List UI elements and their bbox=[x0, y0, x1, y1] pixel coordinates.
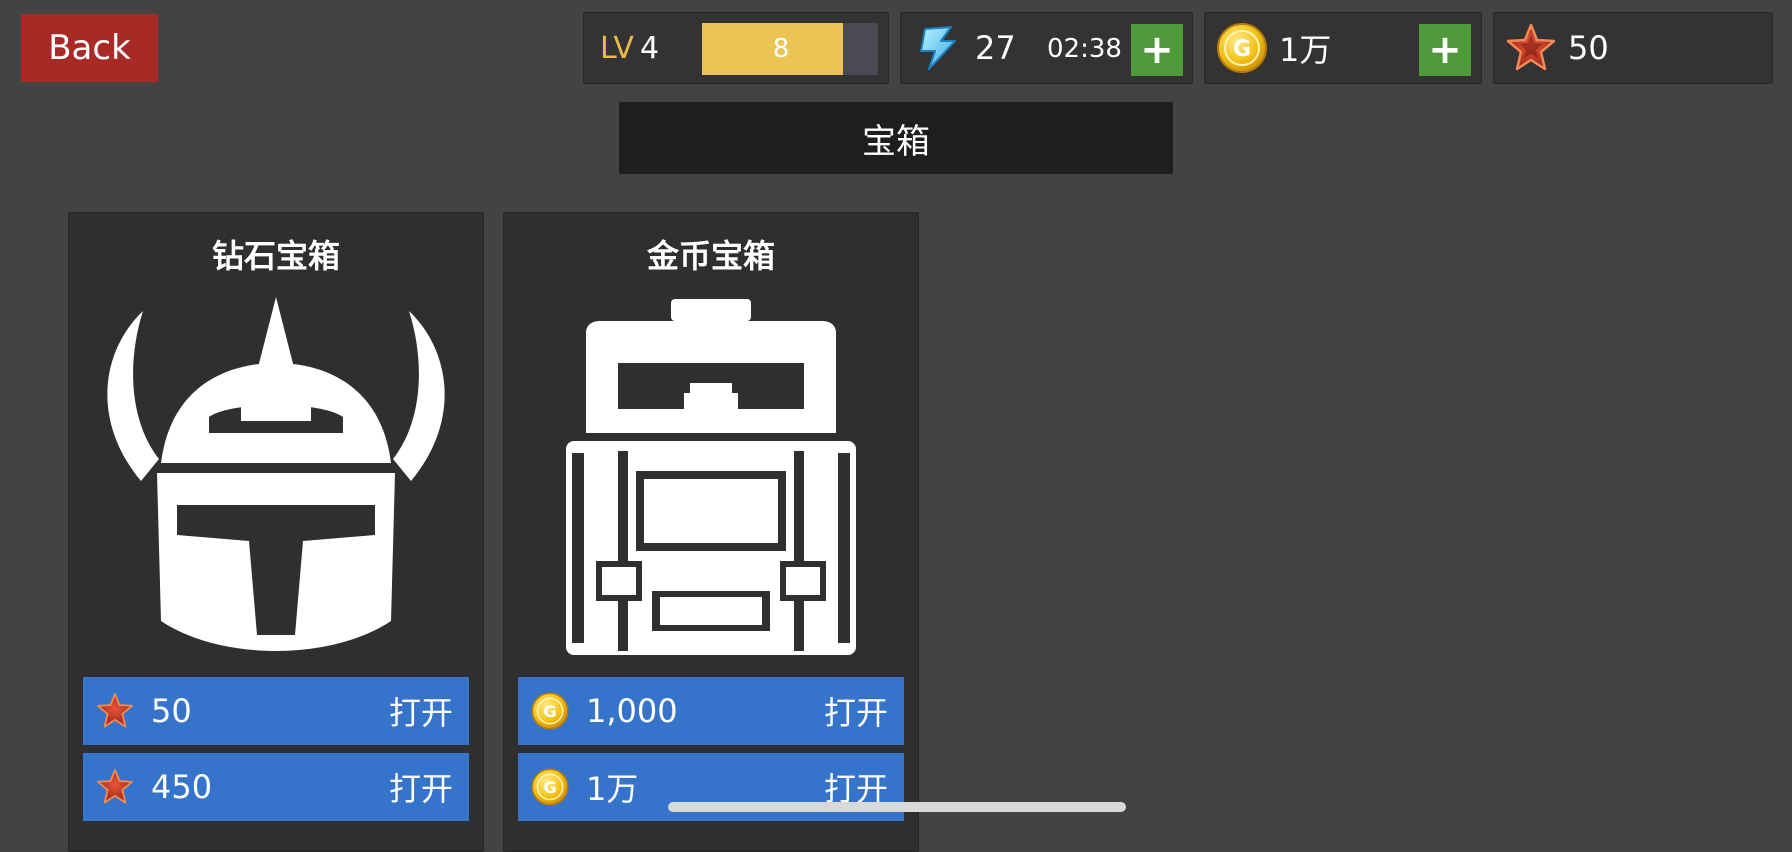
add-gold-button[interactable]: + bbox=[1419, 24, 1471, 76]
xp-value: 8 bbox=[772, 34, 790, 64]
gold-panel: G 1万 + bbox=[1204, 12, 1482, 84]
red-star-gem-icon bbox=[97, 769, 133, 804]
open-diamond-chest-50-button[interactable]: 50 打开 bbox=[83, 677, 469, 745]
level-label: LV bbox=[600, 30, 634, 66]
option-action: 打开 bbox=[388, 694, 453, 732]
home-indicator[interactable] bbox=[668, 802, 1126, 812]
gem-panel: 50 bbox=[1493, 12, 1773, 84]
red-star-gem-icon bbox=[97, 693, 133, 728]
option-price: 450 bbox=[151, 768, 213, 806]
red-star-gem-icon bbox=[1506, 23, 1556, 71]
xp-bar: 8 bbox=[702, 23, 878, 75]
gem-value: 50 bbox=[1568, 29, 1609, 67]
option-action: 打开 bbox=[823, 694, 888, 732]
option-price: 1,000 bbox=[586, 692, 678, 730]
horned-helmet-icon bbox=[107, 297, 445, 651]
svg-text:G: G bbox=[543, 702, 556, 721]
gold-value: 1万 bbox=[1279, 31, 1332, 69]
option-action: 打开 bbox=[388, 770, 453, 808]
open-gold-chest-1000-button[interactable]: G 1,000 打开 bbox=[518, 677, 904, 745]
gold-coin-icon: G bbox=[531, 692, 569, 730]
open-diamond-chest-450-button[interactable]: 450 打开 bbox=[83, 753, 469, 821]
level-panel: LV 4 8 bbox=[583, 12, 889, 84]
lightning-icon bbox=[920, 26, 956, 70]
svg-text:G: G bbox=[1233, 37, 1251, 62]
gold-coin-icon: G bbox=[531, 768, 569, 806]
energy-value: 27 bbox=[975, 29, 1016, 67]
page-title: 宝箱 bbox=[619, 102, 1173, 174]
chest-title: 钻石宝箱 bbox=[211, 237, 340, 275]
energy-panel: 27 02:38 + bbox=[900, 12, 1193, 84]
chest-title: 金币宝箱 bbox=[646, 237, 775, 275]
gold-coin-icon: G bbox=[1217, 23, 1267, 73]
level-value: 4 bbox=[639, 30, 660, 66]
energy-timer: 02:38 bbox=[1047, 34, 1122, 64]
gold-chest-card: 金币宝箱 G 1,000 打开 G 1万 打开 bbox=[503, 212, 919, 852]
diamond-chest-card: 钻石宝箱 50 打开 450 打开 bbox=[68, 212, 484, 852]
option-price: 50 bbox=[151, 692, 192, 730]
backpack-icon bbox=[566, 299, 856, 655]
svg-text:G: G bbox=[543, 778, 556, 797]
back-button[interactable]: Back bbox=[21, 14, 158, 82]
add-energy-button[interactable]: + bbox=[1131, 24, 1183, 76]
